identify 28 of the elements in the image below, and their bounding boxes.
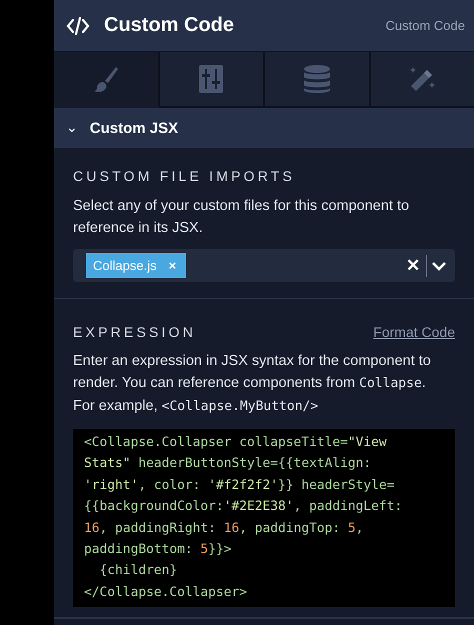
description-text: Enter an expression in JSX syntax for the component to render. You can reference components from Collapse. For example, <Collapse.MyButton/> bbox=[73, 352, 432, 416]
code-line: paddingBottom: 5}}> bbox=[84, 541, 232, 560]
format-code-link[interactable]: Format Code bbox=[373, 324, 455, 340]
file-select-field[interactable]: Collapse.js × ✕ bbox=[73, 249, 455, 282]
code-line: {children} bbox=[98, 562, 178, 580]
tab[interactable] bbox=[160, 52, 265, 108]
section-label: EXPRESSION bbox=[73, 324, 196, 340]
code-editor[interactable] bbox=[73, 429, 455, 608]
code-line: 'right', color: '#f2f2f2'}} headerStyle= bbox=[84, 476, 396, 495]
sliders-icon bbox=[198, 64, 224, 94]
section-title: Custom JSX bbox=[90, 120, 178, 136]
dropdown-chevron-icon[interactable] bbox=[431, 260, 447, 270]
code-line: Stats" headerButtonStyle={{textAlign: bbox=[84, 455, 372, 474]
description-text: Select any of your custom files for this component to reference in its JSX. bbox=[73, 197, 410, 238]
section-label: CUSTOM FILE IMPORTS bbox=[73, 168, 296, 184]
code-line: </Collapse.Collapser> bbox=[84, 584, 248, 602]
code-icon bbox=[66, 16, 90, 36]
tab[interactable] bbox=[54, 52, 160, 108]
code-line: 16, paddingRight: 16, paddingTop: 5, bbox=[84, 520, 364, 538]
tag-label: Collapse.js bbox=[93, 258, 157, 273]
chevron-icon[interactable]: ⌄ bbox=[66, 120, 78, 136]
code-line: <Collapse.Collapser collapseTitle="View bbox=[84, 434, 388, 452]
code-line: {{backgroundColor:'#2E2E38', paddingLeft: bbox=[84, 498, 404, 516]
panel-title: Custom Code bbox=[104, 14, 235, 37]
database-icon bbox=[302, 64, 331, 94]
clear-button[interactable]: ✕ bbox=[400, 255, 426, 276]
tab[interactable] bbox=[265, 52, 370, 108]
breadcrumb-label: Custom Code bbox=[386, 18, 465, 33]
